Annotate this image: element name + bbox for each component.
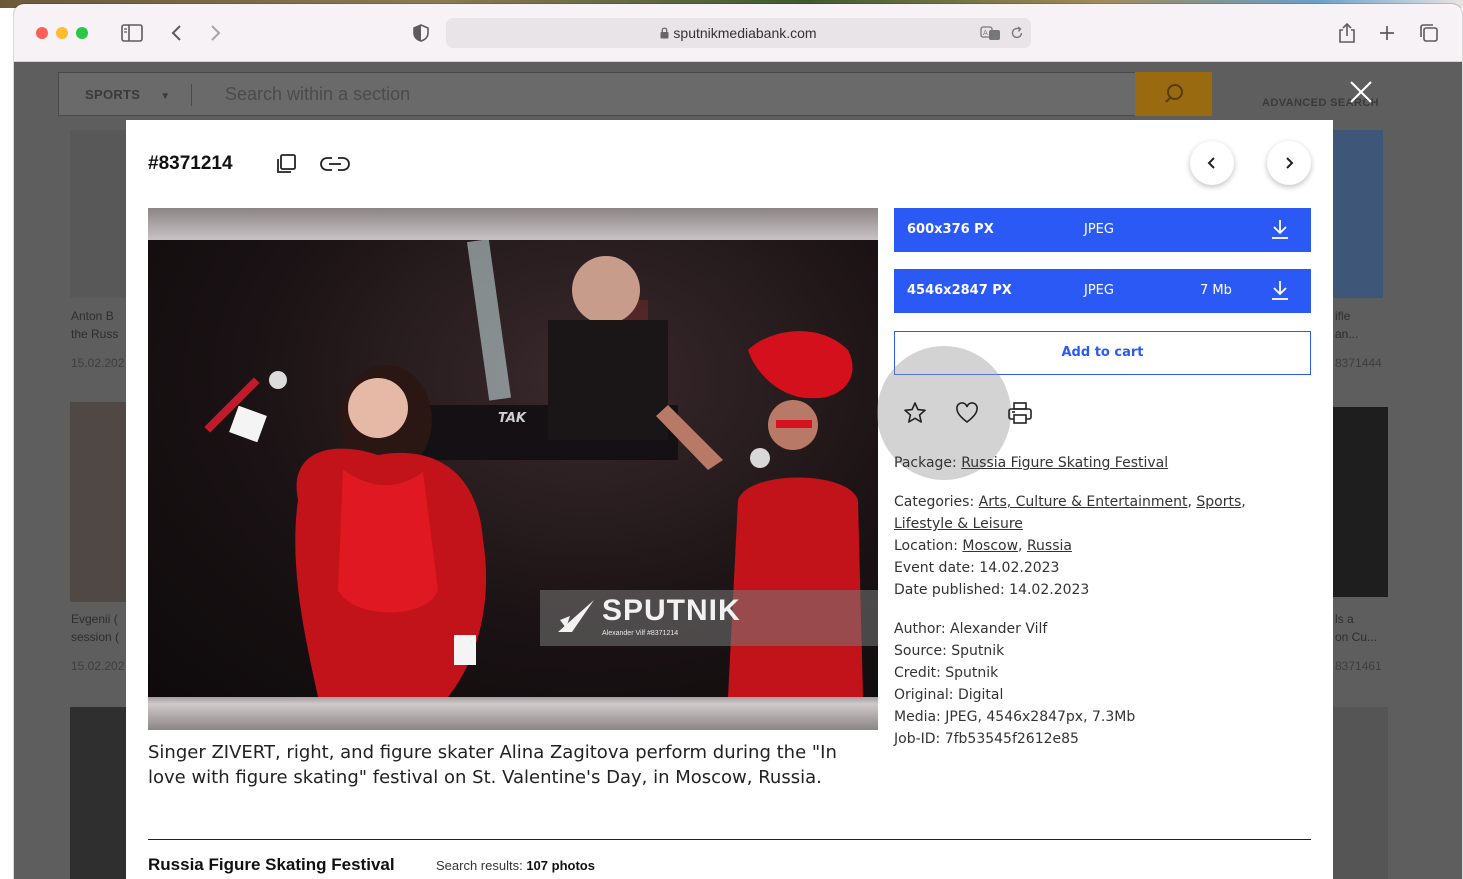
- event-date: Event date: 14.02.2023: [894, 560, 1060, 576]
- divider: [191, 84, 192, 106]
- privacy-shield-icon[interactable]: [409, 21, 433, 45]
- close-window-button[interactable]: [36, 27, 48, 39]
- package-link[interactable]: Russia Figure Skating Festival: [961, 455, 1168, 471]
- download-size: 4546x2847 PX: [907, 283, 1012, 298]
- close-modal-icon[interactable]: [1347, 78, 1375, 106]
- background-thumbnail: [70, 402, 126, 602]
- package-label: Package:: [894, 455, 957, 471]
- category-link[interactable]: Sports: [1196, 494, 1241, 510]
- browser-toolbar: sputnikmediabank.com A: [14, 4, 1462, 62]
- location-link[interactable]: Moscow: [962, 538, 1018, 554]
- original: Original: Digital: [894, 687, 1004, 703]
- download-icon: [1271, 218, 1289, 244]
- photo-image: TAK SPUTNIK Alexander Vilf #8371214: [148, 240, 878, 697]
- photo-id: #8371214: [148, 153, 233, 174]
- media-info: Media: JPEG, 4546x2847px, 7.3Mb: [894, 709, 1136, 725]
- package-info: Package: Russia Figure Skating Festival: [894, 452, 1168, 474]
- background-card-date: 15.02.202: [71, 356, 125, 370]
- background-search-bar: SPORTS ▼ Search within a section: [58, 72, 1212, 116]
- minimize-window-button[interactable]: [56, 27, 68, 39]
- date-published: Date published: 14.02.2023: [894, 582, 1090, 598]
- link-icon[interactable]: [319, 150, 351, 178]
- background-thumbnail: [1333, 707, 1388, 879]
- categories-row: Categories: Arts, Culture & Entertainmen…: [894, 494, 1246, 532]
- dropdown-arrow-icon: ▼: [160, 91, 171, 102]
- download-format: JPEG: [1084, 283, 1114, 298]
- background-card-id: 8371461: [1335, 659, 1382, 673]
- heart-icon[interactable]: [954, 401, 980, 425]
- background-thumbnail: [70, 707, 126, 879]
- download-format: JPEG: [1084, 222, 1114, 237]
- photo-watermark: SPUTNIK Alexander Vilf #8371214: [540, 590, 878, 646]
- next-photo-button[interactable]: [1267, 141, 1311, 185]
- credit: Credit: Sputnik: [894, 665, 999, 681]
- background-thumbnail: [1333, 407, 1388, 597]
- job-id: Job-ID: 7fb53545f2612e85: [894, 731, 1079, 747]
- category-link[interactable]: Lifestyle & Leisure: [894, 516, 1023, 532]
- new-tab-icon[interactable]: [1375, 21, 1399, 45]
- watermark-brand: SPUTNIK: [602, 594, 741, 627]
- credits-block: Author: Alexander Vilf Source: Sputnik C…: [894, 618, 1135, 750]
- author: Author: Alexander Vilf: [894, 621, 1048, 637]
- lock-icon: [660, 26, 669, 42]
- download-icon: [1271, 279, 1289, 305]
- star-icon[interactable]: [902, 400, 928, 426]
- previous-photo-button[interactable]: [1190, 141, 1234, 185]
- background-search-button: [1135, 72, 1212, 116]
- photo-detail-modal: #8371214 TAK SPUTNIK Alexander Vilf #837…: [126, 120, 1333, 879]
- background-search-placeholder: Search within a section: [225, 84, 411, 104]
- copy-icon[interactable]: [272, 150, 300, 178]
- background-card-id: 8371444: [1335, 356, 1382, 370]
- background-card-title: Evgenii (session (: [71, 612, 120, 644]
- category-link[interactable]: Arts, Culture & Entertainment: [979, 494, 1188, 510]
- background-thumbnail: [1333, 130, 1383, 298]
- categories-label: Categories:: [894, 494, 975, 510]
- photo-preview[interactable]: TAK SPUTNIK Alexander Vilf #8371214: [148, 208, 878, 730]
- background-card-title: ifle an...: [1335, 309, 1359, 341]
- download-size: 600x376 PX: [907, 222, 994, 237]
- svg-text:TAK: TAK: [498, 411, 527, 426]
- photo-caption: Singer ZIVERT, right, and figure skater …: [148, 742, 837, 788]
- back-icon[interactable]: [165, 21, 189, 45]
- location-link[interactable]: Russia: [1027, 538, 1072, 554]
- details-block: Categories: Arts, Culture & Entertainmen…: [894, 491, 1294, 601]
- zoom-window-button[interactable]: [76, 27, 88, 39]
- sidebar-toggle-icon[interactable]: [120, 21, 144, 45]
- package-title[interactable]: Russia Figure Skating Festival: [148, 855, 395, 875]
- print-icon[interactable]: [1006, 400, 1034, 426]
- source: Source: Sputnik: [894, 643, 1005, 659]
- tab-overview-icon[interactable]: [1417, 21, 1441, 45]
- forward-icon[interactable]: [203, 21, 227, 45]
- url-text: sputnikmediabank.com: [673, 25, 817, 41]
- download-weight: 7 Mb: [1200, 283, 1232, 298]
- page-content: SPORTS ▼ Search within a section ADVANCE…: [14, 62, 1462, 879]
- svg-text:A: A: [983, 29, 988, 37]
- divider: [148, 839, 1311, 840]
- download-small-button[interactable]: 600x376 PX JPEG: [894, 208, 1311, 252]
- background-card-title: ls a on Cu...: [1335, 612, 1378, 644]
- search-results-count: Search results: 107 photos: [436, 858, 595, 873]
- location-row: Location: Moscow, Russia: [894, 538, 1072, 554]
- background-card-title: Anton Bthe Russ: [71, 309, 119, 341]
- translate-icon[interactable]: A: [979, 21, 1003, 45]
- address-bar[interactable]: sputnikmediabank.com A: [446, 18, 1031, 48]
- reload-icon[interactable]: [1005, 21, 1029, 45]
- share-icon[interactable]: [1335, 21, 1359, 45]
- browser-window: sputnikmediabank.com A SPORTS ▼ Search w…: [14, 4, 1462, 879]
- background-card-date: 15.02.202: [71, 659, 125, 673]
- section-selector: SPORTS ▼: [85, 87, 171, 102]
- background-thumbnail: [70, 130, 126, 298]
- location-label: Location:: [894, 538, 958, 554]
- download-full-button[interactable]: 4546x2847 PX JPEG 7 Mb: [894, 269, 1311, 313]
- watermark-credit: Alexander Vilf #8371214: [602, 630, 679, 637]
